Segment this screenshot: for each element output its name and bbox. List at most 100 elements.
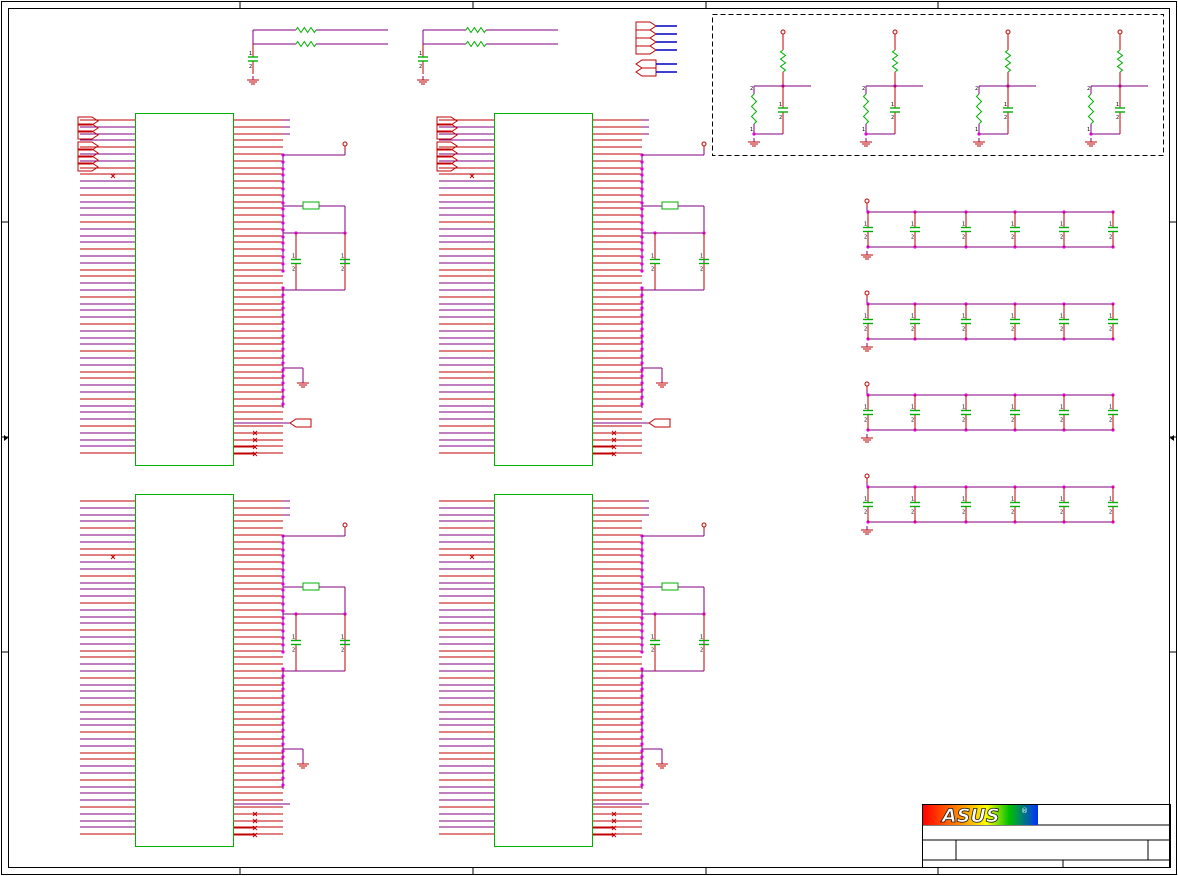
junction-dot bbox=[281, 207, 285, 211]
power-symbol bbox=[864, 290, 870, 296]
pin-number-label: 1 bbox=[651, 635, 654, 641]
junction-dot bbox=[640, 361, 644, 365]
pin-number-label: 2 bbox=[911, 327, 914, 333]
ground-symbol bbox=[973, 138, 985, 147]
junction-dot bbox=[281, 715, 285, 719]
ground-symbol bbox=[861, 251, 873, 260]
junction-dot bbox=[281, 776, 285, 780]
pin-number-label: 2 bbox=[1109, 235, 1112, 241]
junction-dot bbox=[640, 293, 644, 297]
ic-block-top-left: 1212 bbox=[77, 113, 350, 466]
pin-number-label: 1 bbox=[864, 222, 867, 228]
junction-dot bbox=[640, 674, 644, 678]
capacitor: 12 bbox=[961, 304, 971, 339]
junction-dot bbox=[281, 354, 285, 358]
pullup-divider: 1221 bbox=[860, 29, 923, 147]
junction-dot bbox=[281, 588, 285, 592]
junction-dot bbox=[281, 541, 285, 545]
junction-dot bbox=[640, 180, 644, 184]
pin-number-label: 1 bbox=[292, 254, 295, 260]
capacitor: 12 bbox=[1010, 487, 1020, 522]
offpage-connector bbox=[635, 21, 657, 31]
ground-symbol bbox=[247, 76, 259, 85]
junction-dot bbox=[640, 616, 644, 620]
junction-dot bbox=[281, 255, 285, 259]
pin-number-label: 1 bbox=[700, 635, 703, 641]
pin-number-label: 2 bbox=[864, 418, 867, 424]
junction-dot bbox=[640, 629, 644, 633]
pin-number-label: 2 bbox=[1060, 235, 1063, 241]
junction-dot bbox=[640, 742, 644, 746]
pin-number-label: 1 bbox=[750, 127, 753, 133]
ferrite-bead bbox=[661, 582, 679, 591]
junction-dot bbox=[281, 248, 285, 252]
junction-dot bbox=[640, 340, 644, 344]
junction-dot bbox=[640, 381, 644, 385]
capacitor: 12 bbox=[910, 212, 920, 247]
junction-dot bbox=[640, 783, 644, 787]
junction-dot bbox=[640, 735, 644, 739]
junction-dot bbox=[281, 667, 285, 671]
pin-number-label: 1 bbox=[1109, 222, 1112, 228]
junction-dot bbox=[640, 561, 644, 565]
pin-number-label: 1 bbox=[1109, 314, 1112, 320]
pin-number-label: 1 bbox=[249, 51, 252, 57]
pin-number-label: 1 bbox=[962, 405, 965, 411]
junction-dot bbox=[640, 721, 644, 725]
pin-number-label: 2 bbox=[891, 115, 894, 121]
pin-number-label: 1 bbox=[962, 314, 965, 320]
capacitor: 12 bbox=[1108, 304, 1118, 339]
junction-dot bbox=[281, 221, 285, 225]
junction-dot bbox=[640, 602, 644, 606]
ground-symbol bbox=[656, 379, 668, 388]
capacitor: 12 bbox=[1108, 212, 1118, 247]
top-series-resistor-nets: 12 12 bbox=[247, 26, 558, 85]
capacitor: 12 bbox=[1059, 395, 1069, 430]
junction-dot bbox=[640, 650, 644, 654]
pin-number-label: 1 bbox=[1109, 497, 1112, 503]
pin-number-label: 2 bbox=[1060, 510, 1063, 516]
junction-dot bbox=[640, 402, 644, 406]
junction-dot bbox=[281, 616, 285, 620]
resistor bbox=[295, 26, 317, 34]
capacitor: 12 bbox=[1115, 86, 1125, 134]
capacitor: 12 bbox=[291, 614, 301, 671]
ic-block-top-right: 1212 bbox=[436, 113, 709, 466]
junction-dot bbox=[281, 300, 285, 304]
pin-number-label: 2 bbox=[911, 510, 914, 516]
power-symbol bbox=[701, 141, 707, 147]
pin-number-label: 2 bbox=[1011, 418, 1014, 424]
pin-number-label: 2 bbox=[700, 648, 703, 654]
junction-dot bbox=[640, 622, 644, 626]
resistor bbox=[295, 40, 317, 48]
pin-number-label: 1 bbox=[862, 127, 865, 133]
ferrite-bead bbox=[302, 582, 320, 591]
series-resistor-net: 12 bbox=[417, 26, 558, 85]
junction-dot bbox=[281, 681, 285, 685]
pin-number-label: 1 bbox=[1011, 222, 1014, 228]
resistor bbox=[750, 93, 758, 125]
drawing-frame bbox=[1, 1, 1177, 875]
junction-dot bbox=[281, 609, 285, 613]
junction-dot bbox=[640, 575, 644, 579]
junction-dot bbox=[281, 235, 285, 239]
junction-dot bbox=[281, 769, 285, 773]
pin-number-label: 1 bbox=[1011, 314, 1014, 320]
junction-dot bbox=[281, 334, 285, 338]
junction-dot bbox=[640, 228, 644, 232]
capacitor: 12 bbox=[778, 86, 788, 134]
capacitor: 12 bbox=[961, 212, 971, 247]
power-symbol bbox=[1117, 29, 1123, 35]
power-symbol bbox=[1005, 29, 1011, 35]
pin-number-label: 1 bbox=[651, 254, 654, 260]
series-resistor-net: 12 bbox=[247, 26, 388, 85]
junction-dot bbox=[640, 749, 644, 753]
pin-number-label: 1 bbox=[864, 314, 867, 320]
pullup-divider: 1221 bbox=[748, 29, 811, 147]
junction-dot bbox=[281, 629, 285, 633]
junction-dot bbox=[640, 609, 644, 613]
junction-dot bbox=[640, 755, 644, 759]
asus-logo: ASUS ® bbox=[923, 805, 1038, 827]
junction-dot bbox=[281, 194, 285, 198]
resistor bbox=[891, 49, 899, 73]
